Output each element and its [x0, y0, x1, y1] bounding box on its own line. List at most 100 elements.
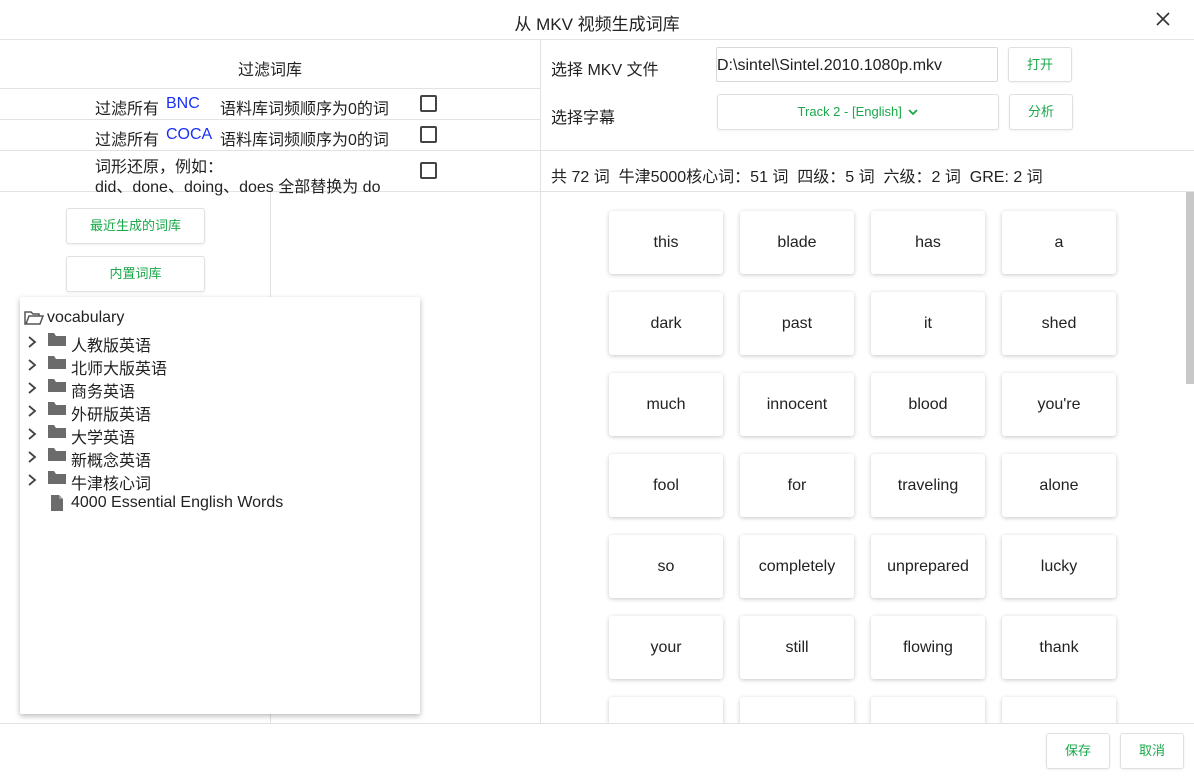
lemma-filter-line2: did、done、doing、does 全部替换为 do [95, 179, 381, 196]
tree-root[interactable]: vocabulary [20, 308, 420, 330]
tree-folder-label: 外研版英语 [71, 407, 152, 424]
chevron-right-icon[interactable] [26, 450, 38, 464]
word-card[interactable]: traveling [871, 454, 985, 517]
filter-header: 过滤词库 [237, 62, 302, 79]
tree-folder[interactable]: 新概念英语 [20, 446, 420, 470]
chevron-right-icon[interactable] [26, 427, 38, 441]
subtitle-track-select[interactable]: Track 2 - [English] [717, 94, 999, 130]
chevron-right-icon[interactable] [26, 335, 38, 349]
coca-filter-suffix: 语料库词频顺序为0的词 [220, 132, 389, 149]
tree-root-label: vocabulary [47, 309, 125, 326]
word-card-label: flowing [903, 638, 953, 656]
word-card[interactable]: has [871, 211, 985, 274]
window-title: 从 MKV 视频生成词库 [514, 15, 680, 34]
chevron-right-icon[interactable] [26, 358, 38, 372]
word-card-label: unprepared [887, 557, 969, 575]
tree-file[interactable]: 4000 Essential English Words [20, 493, 420, 515]
word-card[interactable]: completely [740, 535, 854, 598]
tree-folder[interactable]: 外研版英语 [20, 400, 420, 424]
folder-icon [48, 333, 66, 346]
word-card-label: much [646, 395, 686, 413]
word-card[interactable]: so [609, 535, 723, 598]
lemma-filter-checkbox[interactable] [420, 162, 437, 179]
analyze-button[interactable]: 分析 [1009, 94, 1073, 130]
word-grid-scrollbar[interactable] [1186, 192, 1194, 384]
coca-link[interactable]: COCA [166, 126, 212, 144]
word-card-label: lucky [1040, 557, 1078, 575]
folder-icon [48, 425, 66, 438]
bnc-filter-checkbox[interactable] [420, 95, 437, 112]
word-card-label: blood [908, 395, 948, 413]
word-card[interactable]: flowing [871, 616, 985, 679]
word-card[interactable] [609, 697, 723, 723]
tree-folder[interactable]: 大学英语 [20, 423, 420, 447]
word-card[interactable]: lucky [1002, 535, 1116, 598]
tree-folder[interactable]: 牛津核心词 [20, 469, 420, 493]
bnc-filter-suffix: 语料库词频顺序为0的词 [220, 101, 389, 118]
word-card[interactable]: a [1002, 211, 1116, 274]
word-card[interactable]: fool [609, 454, 723, 517]
word-card[interactable]: for [740, 454, 854, 517]
footer [0, 723, 1194, 777]
word-card[interactable]: you're [1002, 373, 1116, 436]
word-card[interactable]: blade [740, 211, 854, 274]
cancel-button[interactable]: 取消 [1120, 733, 1184, 769]
tree-folder-label: 新概念英语 [71, 453, 152, 470]
folder-icon [48, 448, 66, 461]
bnc-filter-prefix: 过滤所有 [95, 101, 160, 118]
recent-vocabulary-button[interactable]: 最近生成的词库 [66, 208, 205, 244]
word-card[interactable]: shed [1002, 292, 1116, 355]
tree-folder-label: 人教版英语 [71, 338, 152, 355]
word-card[interactable]: it [871, 292, 985, 355]
word-card[interactable]: blood [871, 373, 985, 436]
file-icon [51, 495, 63, 511]
word-card[interactable]: unprepared [871, 535, 985, 598]
coca-filter-checkbox[interactable] [420, 126, 437, 143]
word-card[interactable]: past [740, 292, 854, 355]
word-grid: this blade has a dark past it shed much innocent b… [541, 192, 1186, 723]
tree-folder-label: 北师大版英语 [71, 361, 168, 378]
bnc-link[interactable]: BNC [166, 95, 200, 113]
word-card-label: a [1054, 233, 1064, 251]
word-card[interactable]: this [609, 211, 723, 274]
word-card-label: innocent [766, 395, 828, 413]
word-card[interactable]: thank [1002, 616, 1116, 679]
open-button[interactable]: 打开 [1008, 47, 1072, 82]
word-card-label: this [653, 233, 679, 251]
word-card-label: still [785, 638, 809, 656]
subtitle-track-value: Track 2 - [English] [797, 104, 902, 119]
word-card[interactable] [871, 697, 985, 723]
tree-file-label: 4000 Essential English Words [71, 494, 284, 511]
vocabulary-tree: vocabulary 人教版英语北师大版英语 商务英语外研版英语 大学英语新概念英语… [20, 297, 420, 714]
word-card[interactable]: innocent [740, 373, 854, 436]
word-card[interactable] [740, 697, 854, 723]
builtin-vocabulary-button[interactable]: 内置词库 [66, 256, 205, 292]
mkv-file-label: 选择 MKV 文件 [551, 62, 659, 79]
word-card-label: you're [1037, 395, 1081, 413]
chevron-right-icon[interactable] [26, 404, 38, 418]
tree-folder[interactable]: 商务英语 [20, 377, 420, 401]
word-card[interactable]: much [609, 373, 723, 436]
word-card[interactable]: dark [609, 292, 723, 355]
word-card-label: for [787, 476, 807, 494]
word-card-label: thank [1039, 638, 1079, 656]
close-icon[interactable] [1152, 8, 1174, 30]
chevron-right-icon[interactable] [26, 473, 38, 487]
coca-filter-prefix: 过滤所有 [95, 132, 160, 149]
save-button[interactable]: 保存 [1046, 733, 1110, 769]
tree-folder[interactable]: 人教版英语 [20, 331, 420, 355]
word-card[interactable] [1002, 697, 1116, 723]
subtitle-label: 选择字幕 [551, 110, 616, 127]
tree-folder[interactable]: 北师大版英语 [20, 354, 420, 378]
mkv-file-path-input[interactable]: D:\sintel\Sintel.2010.1080p.mkv [716, 47, 998, 82]
divider [0, 150, 1194, 151]
word-card[interactable]: your [609, 616, 723, 679]
word-card[interactable]: still [740, 616, 854, 679]
folder-icon [48, 379, 66, 392]
word-card[interactable]: alone [1002, 454, 1116, 517]
chevron-right-icon[interactable] [26, 381, 38, 395]
tree-folder-label: 牛津核心词 [71, 476, 152, 493]
word-card-label: fool [653, 476, 679, 494]
word-card-label: your [650, 638, 682, 656]
tree-folder-label: 商务英语 [71, 384, 136, 401]
